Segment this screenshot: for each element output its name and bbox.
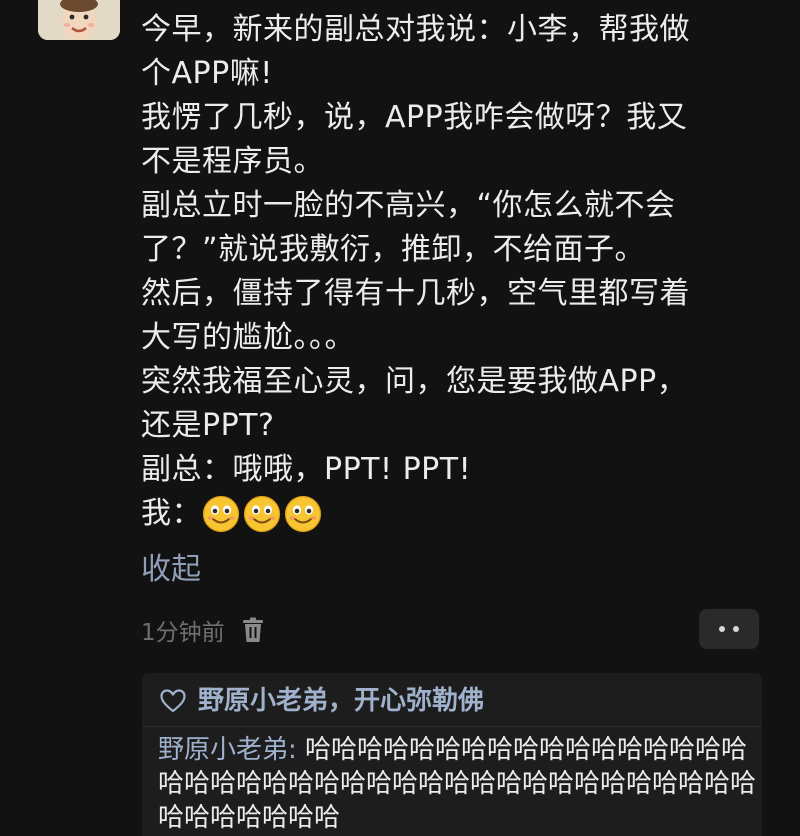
- avatar[interactable]: [38, 0, 120, 40]
- heart-icon: [160, 689, 186, 713]
- post-line: 不是程序员。: [141, 144, 324, 179]
- more-dot-icon: [719, 626, 725, 632]
- trash-icon[interactable]: [241, 617, 265, 643]
- reply-divider: [142, 726, 762, 727]
- post-line: 然后，僵持了得有十几秒，空气里都写着: [141, 276, 690, 311]
- likes-row[interactable]: 野原小老弟，开心弥勒佛: [160, 683, 484, 719]
- reply-author[interactable]: 野原小老弟: [158, 735, 288, 765]
- post-line: 大写的尴尬。。。: [141, 320, 355, 355]
- post-line: 突然我福至心灵，问，您是要我做APP，: [141, 364, 688, 399]
- post-line: 今早，新来的副总对我说：小李，帮我做: [141, 12, 690, 47]
- likes-names: 野原小老弟，开心弥勒佛: [198, 686, 485, 716]
- comment-page: 今早，新来的副总对我说：小李，帮我做 个APP嘛! 我愣了几秒，说，APP我咋会…: [0, 0, 800, 836]
- post-line: 副总：哦哦，PPT! PPT!: [141, 452, 472, 487]
- reply-item: 野原小老弟: 哈哈哈哈哈哈哈哈哈哈哈哈哈哈哈哈哈哈哈哈哈哈哈哈哈哈哈哈哈哈哈哈哈…: [158, 733, 762, 835]
- reply-separator: :: [288, 735, 297, 765]
- post-line: 我愣了几秒，说，APP我咋会做呀？我又: [141, 100, 688, 135]
- collapse-link[interactable]: 收起: [141, 548, 201, 592]
- smiling-face-icon: [284, 495, 322, 533]
- timestamp: 1分钟前: [141, 620, 225, 646]
- post-line: 副总立时一脸的不高兴，“你怎么就不会: [141, 188, 676, 223]
- avatar-image: [38, 0, 120, 40]
- post-line: 了？”就说我敷衍，推卸，不给面子。: [141, 232, 646, 267]
- post-line: 个APP嘛!: [141, 56, 273, 91]
- post-body: 今早，新来的副总对我说：小李，帮我做 个APP嘛! 我愣了几秒，说，APP我咋会…: [141, 8, 781, 536]
- reply-section: 野原小老弟，开心弥勒佛 野原小老弟: 哈哈哈哈哈哈哈哈哈哈哈哈哈哈哈哈哈哈哈哈哈…: [142, 673, 762, 836]
- post-line-emojis: 我：: [141, 492, 781, 536]
- post-line-prefix: 我：: [141, 496, 202, 531]
- more-dot-icon: [733, 626, 739, 632]
- more-options-button[interactable]: [699, 609, 759, 649]
- smiling-face-icon: [202, 495, 240, 533]
- post-line: 还是PPT?: [141, 408, 275, 443]
- comment-meta: 1分钟前: [141, 610, 265, 650]
- smiling-face-icon: [243, 495, 281, 533]
